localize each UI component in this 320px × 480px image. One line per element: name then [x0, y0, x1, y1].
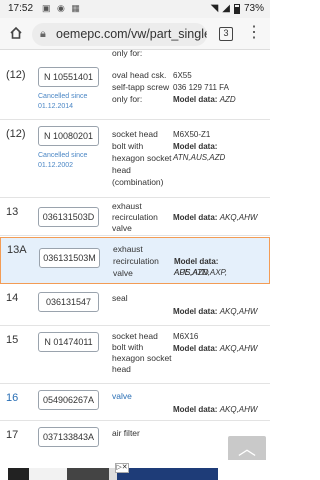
description-line: exhaust: [112, 201, 142, 211]
position-number: (12): [6, 128, 26, 140]
model-data-value: AKQ,AHW: [219, 213, 258, 222]
signal-icon: ◢: [222, 3, 230, 14]
url-text: oemepc.com/vw/part_single/c: [56, 27, 207, 41]
model-data-label: Model data:: [173, 344, 218, 353]
cancelled-label: Cancelled since: [38, 93, 88, 100]
top-fragment-text: only for:: [112, 50, 143, 58]
position-number: 14: [6, 292, 19, 304]
model-data-value: AKQ,AHW: [219, 307, 258, 316]
part-extra: 036 129 711 FA: [173, 83, 229, 92]
table-row: (12) N 10080201 Cancelled since 01.12.20…: [0, 120, 270, 198]
description-line: valve: [112, 223, 132, 233]
description-line: bolt with: [112, 342, 144, 352]
part-number-button[interactable]: 036131503D: [38, 207, 99, 227]
cancelled-label: Cancelled since: [38, 152, 88, 159]
description-line: socket head: [112, 129, 158, 139]
table-row: 14 036131547 seal Model data: AKQ,AHW: [0, 284, 270, 326]
description-line: seal: [112, 293, 128, 303]
model-data-value: AZD: [219, 95, 236, 104]
description-link[interactable]: valve: [112, 391, 132, 402]
description-line: self-tapp screw: [112, 82, 170, 92]
model-data-label: Model data:: [173, 307, 218, 316]
position-number: 13: [6, 206, 19, 218]
position-number-link[interactable]: 16: [6, 392, 18, 404]
part-number-button[interactable]: N 10551401: [38, 67, 99, 87]
ad-banner[interactable]: ▷✕: [0, 460, 270, 480]
description-line: exhaust: [113, 244, 143, 254]
part-number-button[interactable]: N 10080201: [38, 126, 99, 146]
model-data-value: AUS,AZD: [174, 268, 209, 277]
description-line: valve: [113, 268, 133, 278]
description-line: oval head csk.: [112, 70, 167, 80]
model-data: Model data: AKQ,AHW: [173, 212, 268, 223]
description-line: recirculation: [112, 212, 158, 222]
table-row: 13 036131503D exhaust recirculation valv…: [0, 198, 270, 236]
chevron-up-icon: ︿: [238, 439, 256, 459]
description-line: hexagon socket: [112, 353, 172, 363]
model-data-continued: AUS,AZD: [174, 267, 269, 278]
parts-list: only for: (12) N 10551401 Cancelled sinc…: [0, 50, 270, 460]
table-row: 16 054906267A valve Model data: AKQ,AHW: [0, 384, 270, 421]
ad-close-icon[interactable]: ▷✕: [115, 463, 129, 473]
model-data-label: Model data:: [173, 213, 218, 222]
battery-percent: 73%: [243, 3, 264, 14]
notification-icons: ▣ ◉ ▦: [42, 3, 82, 13]
description-line: head: [112, 165, 131, 175]
ad-image[interactable]: [8, 468, 218, 480]
tab-switcher-button[interactable]: 3: [219, 27, 233, 41]
part-code: M6X50-Z1: [173, 130, 211, 139]
status-time: 17:52: [8, 3, 34, 14]
description-line: socket head: [112, 331, 158, 341]
model-data-value: AKQ,AHW: [219, 405, 258, 414]
cancelled-date: 01.12.2002: [38, 162, 74, 169]
part-number-button[interactable]: 054906267A: [38, 390, 99, 410]
part-code: 6X55: [173, 71, 192, 80]
status-bar: 17:52 ▣ ◉ ▦ ◥ ◢ 73%: [0, 0, 270, 18]
model-data-value: AKQ,AHW: [219, 344, 258, 353]
model-data-label: Model data:: [173, 405, 218, 414]
wifi-icon: ◥: [210, 3, 219, 14]
model-data-value: ATN,AUS,AZD: [173, 153, 226, 162]
part-number-button[interactable]: N 01474011: [38, 332, 99, 352]
part-number-button[interactable]: 036131503M: [39, 248, 100, 268]
address-bar[interactable]: 🔒︎ oemepc.com/vw/part_single/c: [32, 23, 207, 46]
model-data: Model data: ATN,AUS,AZD: [173, 141, 268, 163]
position-number: 17: [6, 429, 19, 441]
cancelled-date: 01.12.2014: [38, 103, 74, 110]
table-row: (12) N 10551401 Cancelled since 01.12.20…: [0, 61, 270, 120]
position-number: 13A: [7, 244, 27, 256]
part-number-button[interactable]: 037133843A: [38, 427, 99, 447]
battery-icon: [233, 3, 240, 14]
description-line: recirculation: [113, 256, 159, 266]
model-data-label: Model data:: [173, 95, 218, 104]
description-line: hexagon socket: [112, 153, 172, 163]
table-row-selected[interactable]: 13A 036131503M exhaust recirculation val…: [0, 237, 270, 284]
home-icon[interactable]: [9, 26, 23, 40]
description-line: head: [112, 364, 131, 374]
part-number-button[interactable]: 036131547: [38, 292, 99, 312]
description-line: air filter: [112, 428, 140, 438]
model-data-label: Model data:: [173, 142, 218, 151]
description-line: only for:: [112, 94, 143, 104]
description-line: bolt with: [112, 141, 144, 151]
menu-icon[interactable]: ⋮: [246, 23, 262, 43]
model-data: Model data: AZD: [173, 94, 268, 105]
lock-icon: 🔒︎: [40, 28, 46, 40]
description-line: (combination): [112, 177, 164, 187]
model-data: Model data: AKQ,AHW: [173, 343, 268, 354]
model-data: Model data: AKQ,AHW: [173, 306, 268, 317]
position-number: (12): [6, 69, 26, 81]
table-row: 15 N 01474011 socket head bolt with hexa…: [0, 326, 270, 384]
position-number: 15: [6, 334, 19, 346]
model-data: Model data: AKQ,AHW: [173, 404, 268, 415]
part-code: M6X16: [173, 332, 199, 341]
model-data-label: Model data:: [174, 257, 219, 266]
browser-toolbar: 🔒︎ oemepc.com/vw/part_single/c 3 ⋮: [0, 18, 270, 50]
status-right: ◥ ◢ 73%: [211, 3, 264, 14]
